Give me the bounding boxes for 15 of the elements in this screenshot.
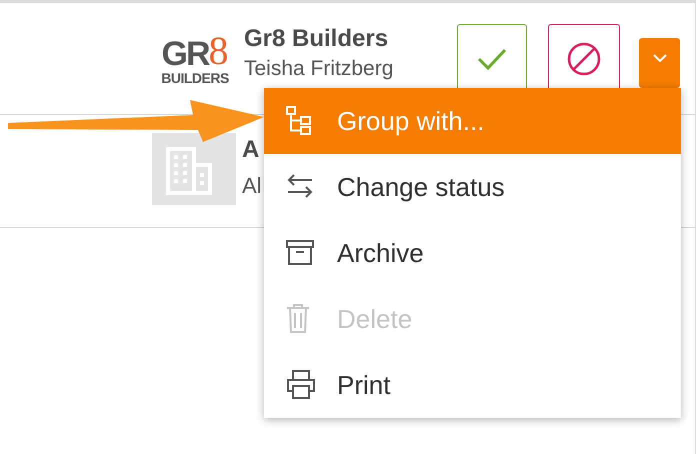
prohibited-icon [567,42,601,76]
menu-item[interactable]: Print [264,352,681,418]
archive-icon [286,238,316,268]
checkmark-icon [477,48,507,70]
dropdown-toggle[interactable] [639,38,680,88]
printer-icon [286,370,316,400]
building-icon [152,133,236,205]
company-logo: GR8 BUILDERS [160,27,230,88]
company-name: A [242,135,260,165]
menu-item[interactable]: Change status [264,154,681,220]
contact-name: Al [242,172,262,200]
company-name: Gr8 Builders [244,24,390,54]
chevron-down-icon [652,54,666,62]
contact-name: Teisha Fritzberg [244,56,394,82]
menu-item[interactable]: Archive [264,220,681,286]
